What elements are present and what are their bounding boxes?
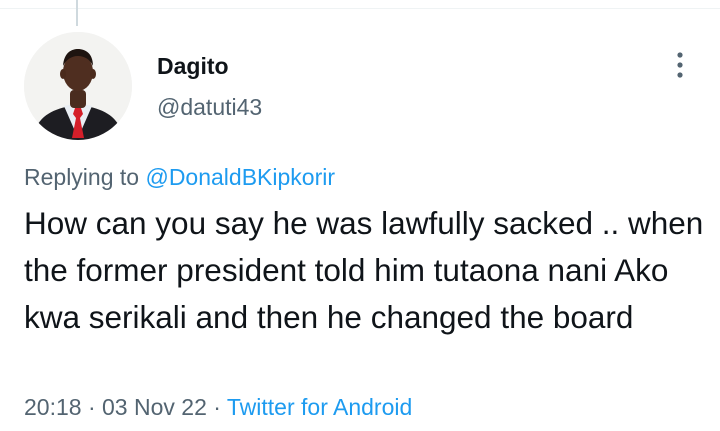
more-vertical-icon (677, 52, 683, 78)
avatar-image (24, 32, 132, 140)
tweet-source-link[interactable]: Twitter for Android (227, 394, 412, 420)
thread-connector-line (76, 0, 78, 26)
more-options-button[interactable] (668, 50, 692, 80)
avatar[interactable] (24, 32, 132, 140)
replying-to-label: Replying to (24, 164, 146, 190)
tweet-metadata: 20:18 · 03 Nov 22 · Twitter for Android (24, 394, 412, 421)
author-name[interactable]: Dagito (157, 53, 229, 80)
tweet-text: How can you say he was lawfully sacked .… (24, 205, 704, 335)
tweet-time[interactable]: 20:18 (24, 394, 82, 420)
top-divider (0, 0, 720, 9)
replying-to-line: Replying to @DonaldBKipkorir (24, 164, 335, 191)
author-handle[interactable]: @datuti43 (157, 94, 262, 121)
meta-separator-2: · (206, 394, 227, 420)
meta-separator: · (81, 394, 103, 420)
tweet-date[interactable]: 03 Nov 22 (102, 394, 207, 420)
replying-to-mention-link[interactable]: @DonaldBKipkorir (145, 164, 335, 190)
